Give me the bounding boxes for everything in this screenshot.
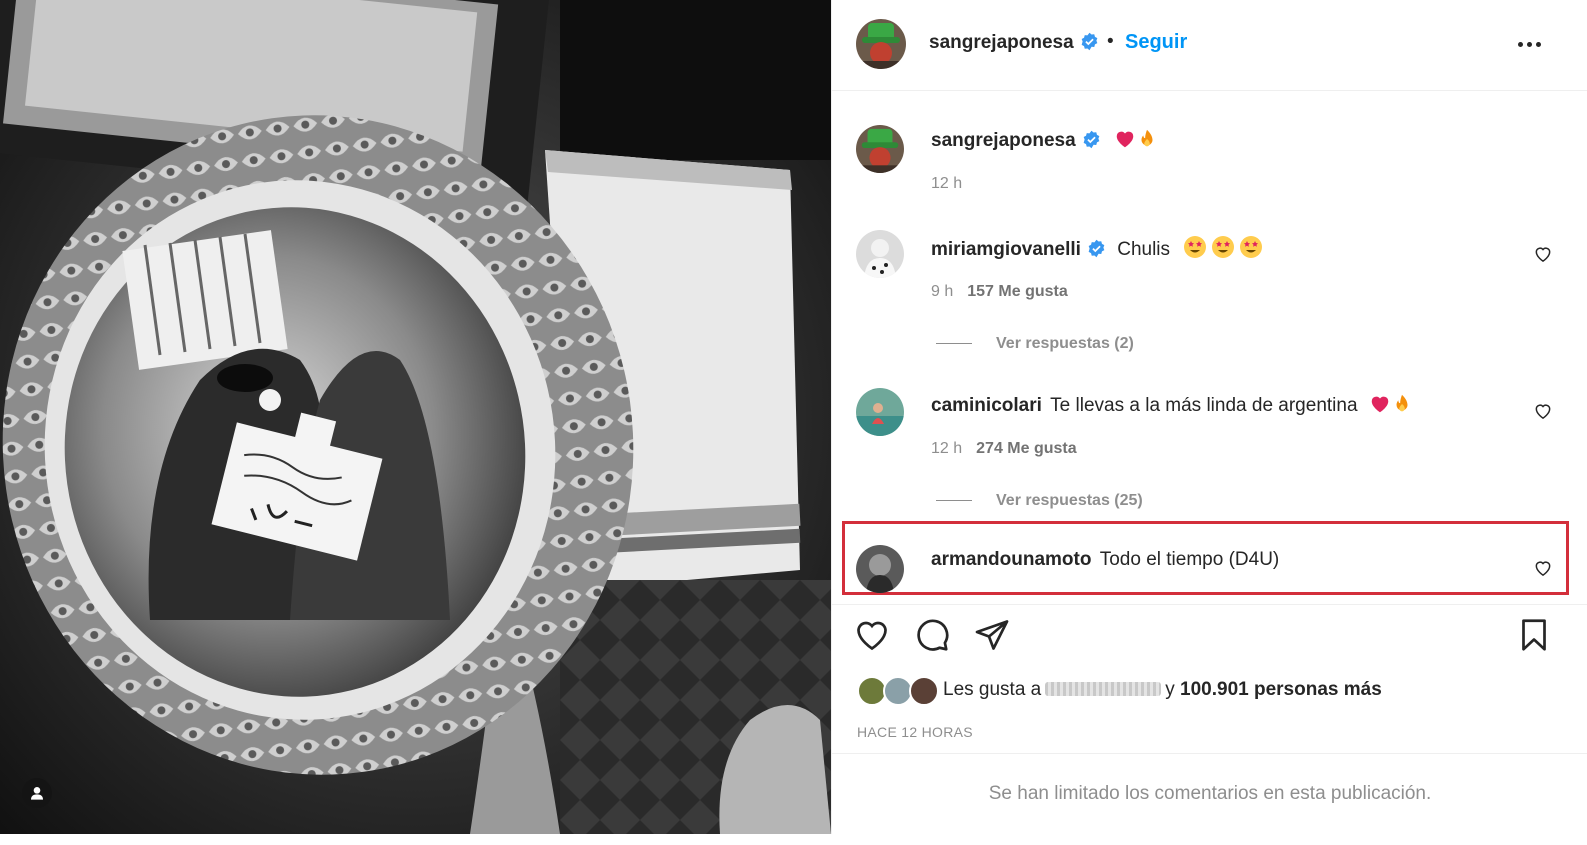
like-comment-heart-icon[interactable] (1533, 244, 1553, 264)
caption-time: 12 h (931, 175, 963, 192)
comment-meta: 9 h 157 Me gusta (931, 283, 1068, 301)
action-bar (832, 604, 1587, 664)
post-sidebar: sangrejaponesa • Seguir sangrejaponesa 1… (831, 0, 1587, 834)
fire-emoji-icon (1396, 394, 1408, 412)
verified-badge-icon (1083, 130, 1100, 149)
comment-meta: 12 h 274 Me gusta (931, 440, 1077, 458)
post-header: sangrejaponesa • Seguir (832, 0, 1587, 91)
comment-text: Te llevas a la más linda de argentina (1050, 395, 1358, 416)
share-icon[interactable] (974, 617, 1010, 653)
like-comment-heart-icon[interactable] (1533, 401, 1553, 421)
comment-text-line: miriamgiovanelli Chulis (931, 235, 1263, 261)
post-photo[interactable] (0, 0, 831, 834)
follow-button[interactable]: Seguir (1125, 31, 1187, 54)
like-comment-heart-icon[interactable] (1533, 558, 1553, 578)
likes-prefix: Les gusta a (943, 679, 1042, 700)
comment-username[interactable]: miriamgiovanelli (931, 239, 1081, 260)
more-options-icon[interactable] (1518, 32, 1546, 56)
comment-likes[interactable]: 157 Me gusta (967, 283, 1067, 300)
comment-text: Todo el tiempo (D4U) (1099, 549, 1280, 570)
post-timestamp[interactable]: HACE 12 HORAS (857, 724, 973, 740)
comment-time: 9 h (931, 283, 954, 300)
comment-icon[interactable] (914, 617, 950, 653)
comments-limited-notice: Se han limitado los comentarios en esta … (832, 753, 1587, 834)
likes-text[interactable]: Les gusta a y 100.901 personas más (943, 679, 1382, 701)
verified-badge-icon (1081, 32, 1098, 51)
user-tag-icon[interactable] (22, 778, 52, 808)
author-username-text[interactable]: sangrejaponesa (929, 32, 1074, 53)
likes-count[interactable]: 100.901 personas más (1180, 679, 1382, 700)
comment-avatar[interactable] (856, 230, 904, 278)
star-struck-emoji-icon (1183, 236, 1263, 260)
comment-avatar[interactable] (856, 545, 904, 593)
comment-avatar[interactable] (856, 388, 904, 436)
author-username[interactable]: sangrejaponesa (929, 32, 1099, 54)
red-heart-emoji-icon (1371, 396, 1389, 413)
liker-avatar[interactable] (909, 676, 939, 706)
post-image (0, 0, 831, 834)
bookmark-icon[interactable] (1516, 617, 1552, 653)
comment-username[interactable]: armandounamoto (931, 549, 1091, 570)
view-replies-button[interactable]: Ver respuestas (25) (936, 492, 1143, 510)
verified-badge-icon (1088, 239, 1105, 258)
comment-time: 12 h (931, 440, 963, 457)
fire-emoji-icon (1141, 129, 1153, 147)
likes-summary: Les gusta a y 100.901 personas más (857, 676, 1557, 706)
comment-username[interactable]: caminicolari (931, 395, 1042, 416)
comment-text: Chulis (1117, 239, 1171, 260)
view-replies-button[interactable]: Ver respuestas (2) (936, 335, 1134, 353)
caption-avatar[interactable] (856, 125, 904, 173)
comment-text-line: caminicolari Te llevas a la más linda de… (931, 393, 1413, 417)
red-heart-emoji-icon (1116, 131, 1134, 148)
author-avatar[interactable] (856, 19, 906, 69)
heart-icon[interactable] (854, 617, 890, 653)
comment-likes[interactable]: 274 Me gusta (976, 440, 1076, 457)
comment-text-line: armandounamoto Todo el tiempo (D4U) (931, 549, 1279, 571)
likes-connector: y (1165, 679, 1175, 700)
separator-dot: • (1107, 31, 1114, 52)
redacted-username (1045, 682, 1162, 696)
caption-username[interactable]: sangrejaponesa (931, 130, 1076, 151)
caption-line: sangrejaponesa (931, 128, 1158, 152)
